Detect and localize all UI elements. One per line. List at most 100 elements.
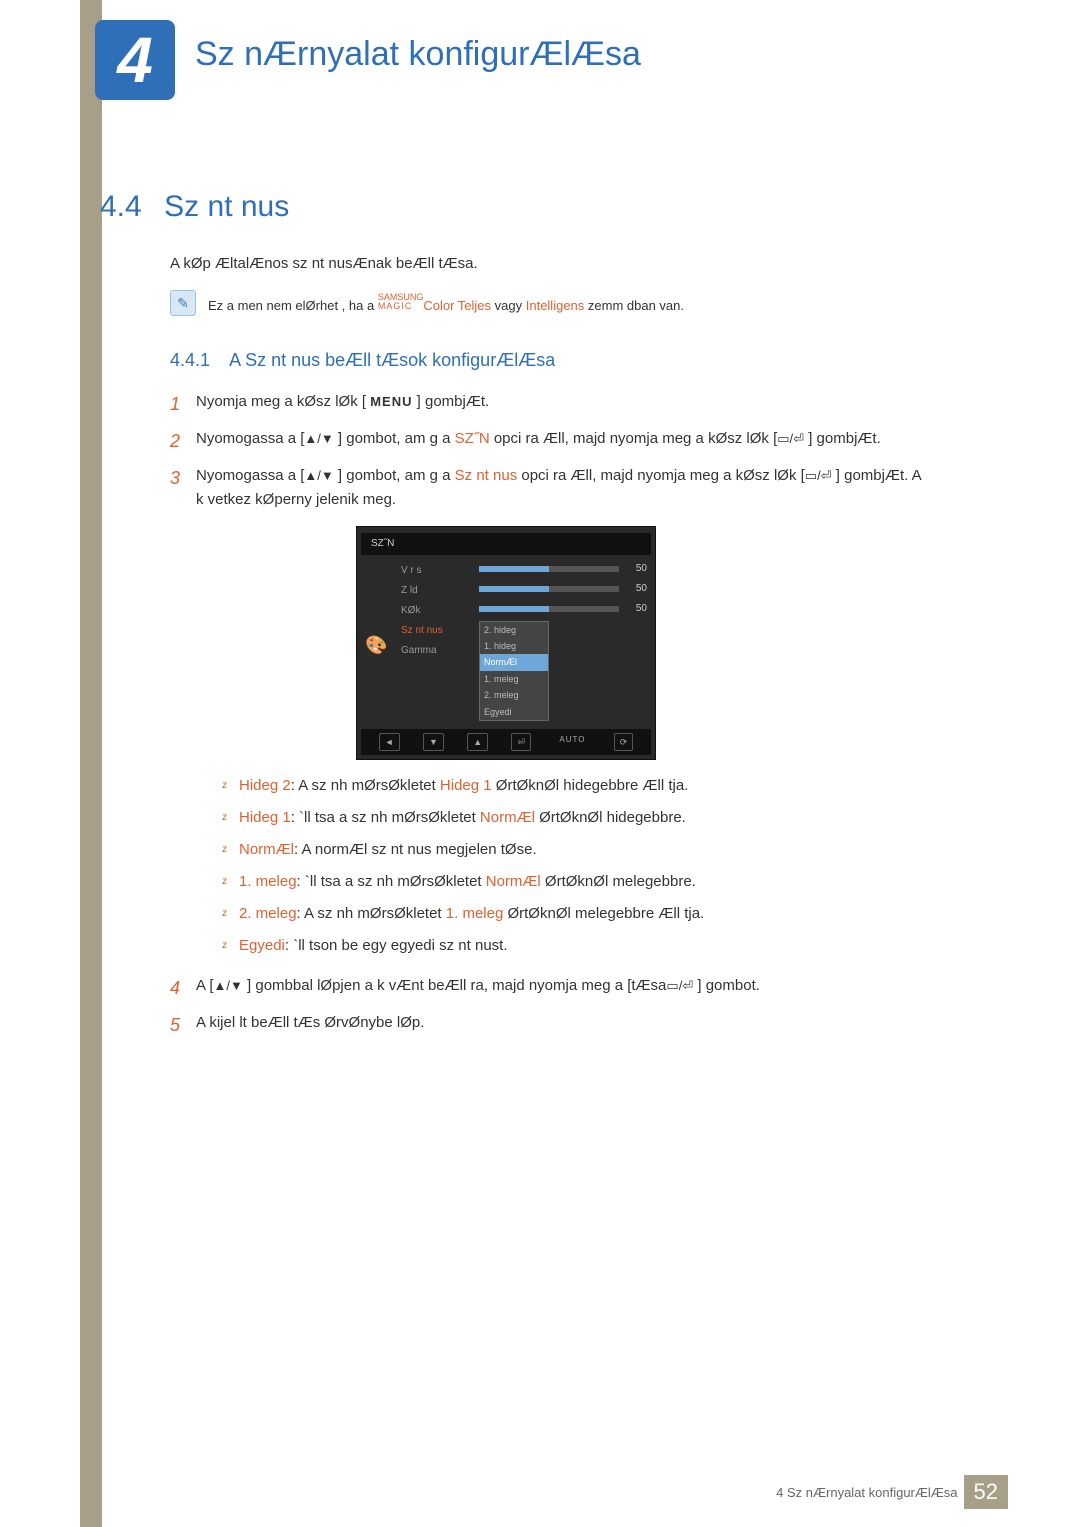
left-accent-bar [80,0,102,1527]
t: : A normÆl sz nt nus megjelen tØse. [294,841,537,858]
bullet-item: zNormÆl: A normÆl sz nt nus megjelen tØs… [222,838,930,862]
step-target: Sz nt nus [455,467,518,484]
up-down-icon: ▲/▼ [304,468,333,483]
bullet-icon: z [222,774,227,798]
osd-panel: SZ˝N 🎨 V r s Z ld KØk Sz nt nus Gamma [356,526,656,761]
up-down-icon: ▲/▼ [304,431,333,446]
osd-icon-column: 🎨 [365,561,393,721]
magic-label: MAGIC [378,302,424,311]
term: 1. meleg [239,873,297,890]
t: ØrtØknØl hidegebbre. [535,809,686,826]
enter-icon: ▭/⏎ [805,468,832,483]
step-body: Nyomogassa a [▲/▼ ] gombot, am g a Sz nt… [196,464,930,967]
step-number: 4 [170,974,196,1003]
term: NormÆl [239,841,294,858]
t: A [ [196,977,214,994]
osd-screenshot: SZ˝N 🎨 V r s Z ld KØk Sz nt nus Gamma [356,526,656,761]
term: 2. meleg [239,905,297,922]
osd-body: 🎨 V r s Z ld KØk Sz nt nus Gamma 50 50 [357,561,655,729]
step-number: 3 [170,464,196,967]
note-text: Ez a men nem elØrhet , ha a SAMSUNGMAGIC… [208,294,684,313]
slider-value: 50 [625,581,647,597]
slider-fill [479,606,549,612]
step-body: Nyomja meg a kØsz lØk [ MENU ] gombjÆt. [196,390,930,419]
nav-left-icon: ◄ [379,733,400,751]
note-sep: vagy [491,298,526,313]
step-number: 2 [170,427,196,456]
bullet-text: 1. meleg: `ll tsa a sz nh mØrsØkletet No… [239,870,696,894]
t: ØrtØknØl melegebbre. [541,873,696,890]
step-2: 2 Nyomogassa a [▲/▼ ] gombot, am g a SZ˝… [170,427,930,456]
section-title: Sz nt nus [164,190,289,223]
osd-item: KØk [401,601,471,621]
bullet-item: z Hideg 2: A sz nh mØrsØkletet Hideg 1 Ør… [222,774,930,798]
page-footer: 4 Sz nÆrnyalat konfigurÆlÆsa 52 [776,1475,1008,1509]
page-number-badge: 52 [964,1475,1008,1509]
bullet-text: NormÆl: A normÆl sz nt nus megjelen tØse… [239,838,537,862]
osd-dropdown: 2. hideg 1. hideg NormÆl 1. meleg 2. mel… [479,621,549,721]
bullet-icon: z [222,806,227,830]
step-3: 3 Nyomogassa a [▲/▼ ] gombot, am g a Sz … [170,464,930,967]
ref: NormÆl [486,873,541,890]
nav-down-icon: ▼ [423,733,444,751]
enter-icon: ▭/⏎ [666,978,693,993]
osd-item: Z ld [401,581,471,601]
bullet-icon: z [222,934,227,958]
dropdown-option: 1. hideg [480,638,548,654]
slider-track [479,586,619,592]
osd-item: Gamma [401,641,471,661]
step-5: 5 A kijel lt beÆll tÆs ØrvØnybe lØp. [170,1011,930,1040]
chapter-title: Sz nÆrnyalat konfigurÆlÆsa [195,35,641,74]
bullet-text: Hideg 2: A sz nh mØrsØkletet Hideg 1 Ørt… [239,774,688,798]
bullet-icon: z [222,902,227,926]
chapter-number-badge: 4 [95,20,175,100]
dropdown-option: 2. meleg [480,687,548,703]
t: : `ll tsa a sz nh mØrsØkletet [297,873,486,890]
slider-fill [479,586,549,592]
t: ØrtØknØl hidegebbre Æll tja. [492,777,689,794]
note-color-word: Color [423,298,454,313]
note-post: zemm dban van. [584,298,684,313]
section-intro: A kØp ÆltalÆnos sz nt nusÆnak beÆll tÆsa… [170,255,478,272]
t: tÆsa [631,977,666,994]
subsection-heading: 4.4.1 A Sz nt nus beÆll tÆsok konfigurÆl… [170,350,555,371]
section-number: 4.4 [100,190,142,223]
dropdown-option: Egyedi [480,704,548,720]
t: opci ra Æll, majd nyomja meg a kØsz lØk … [490,430,778,447]
t: ] gombot, am g a [334,467,455,484]
ref: Hideg 1 [440,777,492,794]
osd-item: V r s [401,561,471,581]
note-block: ✎ Ez a men nem elØrhet , ha a SAMSUNGMAG… [170,290,684,316]
t: opci ra Æll, majd nyomja meg a kØsz lØk … [517,467,805,484]
dropdown-option-highlighted: NormÆl [480,654,548,670]
step-number: 1 [170,390,196,419]
t: ] gombbal lØpjen a k vÆnt beÆll ra, majd… [243,977,627,994]
bullet-icon: z [222,870,227,894]
step-number: 5 [170,1011,196,1040]
t: : A sz nh mØrsØkletet [291,777,440,794]
subsection-title: A Sz nt nus beÆll tÆsok konfigurÆlÆsa [229,350,555,370]
return-icon: ⟳ [614,733,634,751]
note-opt2: Intelligens [526,298,585,313]
slider-value: 50 [625,601,647,617]
option-bullets: z Hideg 2: A sz nh mØrsØkletet Hideg 1 Ør… [222,774,930,958]
term: Egyedi [239,937,285,954]
t: ] gombjÆt. [804,430,881,447]
t: ] gombjÆt. [413,393,490,410]
slider-track [479,606,619,612]
bullet-item: z Egyedi: `ll tson be egy egyedi sz nt nu… [222,934,930,958]
bullet-item: z2. meleg: A sz nh mØrsØkletet 1. meleg … [222,902,930,926]
bullet-text: Egyedi: `ll tson be egy egyedi sz nt nus… [239,934,508,958]
bullet-text: Hideg 1: `ll tsa a sz nh mØrsØkletet Nor… [239,806,686,830]
t: Nyomja meg a kØsz lØk [196,393,362,410]
steps-list: 1 Nyomja meg a kØsz lØk [ MENU ] gombjÆt… [170,390,930,1048]
ref: 1. meleg [446,905,504,922]
enter-icon: ⏎ [511,733,531,751]
dropdown-option: 2. hideg [480,622,548,638]
step-4: 4 A [▲/▼ ] gombbal lØpjen a k vÆnt beÆll… [170,974,930,1003]
osd-menu-list: V r s Z ld KØk Sz nt nus Gamma [401,561,471,721]
osd-slider-row: 50 [479,581,647,597]
osd-slider-row: 50 [479,561,647,577]
note-icon: ✎ [170,290,196,316]
osd-footer: ◄ ▼ ▲ ⏎ AUTO ⟳ [361,729,651,755]
